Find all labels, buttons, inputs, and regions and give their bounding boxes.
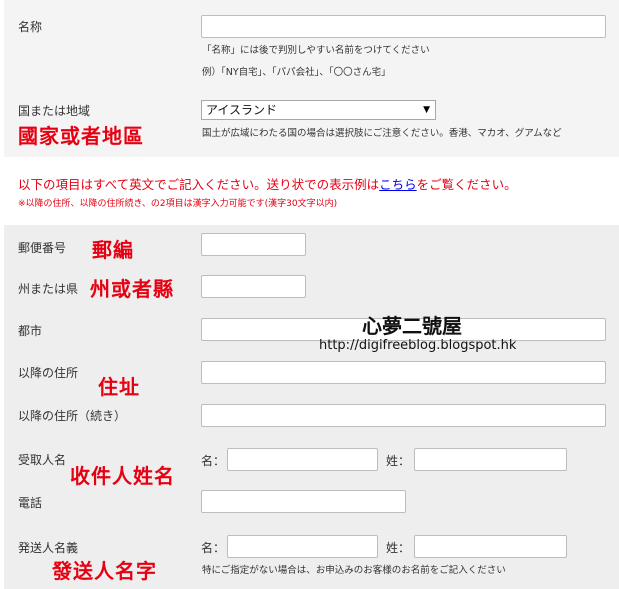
city-label: 都市	[18, 324, 43, 338]
sample-link[interactable]: こちら	[379, 177, 417, 192]
sender-first-label: 名：	[201, 541, 226, 555]
name-input[interactable]	[201, 15, 606, 38]
recipient-label: 受取人名	[18, 453, 67, 467]
recipient-first-name-input[interactable]	[227, 448, 378, 471]
address2-input[interactable]	[201, 404, 606, 427]
name-example: 例）「NY自宅」、「パパ会社」、「〇〇さん宅」	[202, 67, 391, 78]
country-label: 国または地域	[18, 104, 91, 118]
recipient-last-label: 姓：	[386, 454, 411, 468]
recipient-annotation: 收件人姓名	[70, 464, 175, 488]
notice-text: 以下の項目はすべて英文でご記入ください。送り状での表示例は	[18, 177, 380, 192]
state-label: 州または県	[18, 282, 79, 296]
address1-input[interactable]	[201, 361, 606, 384]
notice-text-end: をご覧ください。	[416, 177, 517, 192]
country-selected-value: アイスランド	[206, 103, 278, 117]
country-annotation: 國家或者地區	[18, 124, 144, 148]
kanji-notice: ※以降の住所、以降の住所続き、の2項目は漢字入力可能です(漢字30文字以内)	[18, 199, 338, 209]
name-label: 名称	[18, 20, 43, 34]
chevron-down-icon: ▼	[423, 105, 430, 115]
sender-last-label: 姓：	[386, 541, 411, 555]
watermark-url: http://digifreeblog.blogspot.hk	[319, 338, 517, 353]
recipient-last-name-input[interactable]	[414, 448, 567, 471]
name-hint: 「名称」には後で判別しやすい名前をつけてください	[202, 45, 430, 56]
address2-label: 以降の住所（続き）	[18, 409, 127, 423]
country-select[interactable]: アイスランド ▼	[201, 100, 436, 120]
sender-hint: 特にご指定がない場合は、お申込みのお客様のお名前をご記入ください	[202, 565, 506, 576]
postal-code-input[interactable]	[201, 233, 306, 256]
address1-label: 以降の住所	[18, 366, 79, 380]
postal-annotation: 郵編	[92, 238, 134, 262]
postal-label: 郵便番号	[18, 241, 67, 255]
english-notice: 以下の項目はすべて英文でご記入ください。送り状での表示例はこちらをご覧ください。	[18, 174, 517, 193]
phone-input[interactable]	[201, 490, 406, 513]
phone-label: 電話	[18, 496, 43, 510]
sender-annotation: 發送人名字	[52, 559, 157, 583]
watermark-title: 心夢二號屋	[362, 314, 462, 338]
address1-annotation: 住址	[98, 375, 140, 399]
state-annotation: 州或者縣	[90, 277, 174, 301]
sender-last-name-input[interactable]	[414, 535, 567, 558]
sender-label: 発送人名義	[18, 541, 79, 555]
recipient-first-label: 名：	[201, 454, 226, 468]
country-hint: 国土が広域にわたる国の場合は選択肢にご注意ください。香港、マカオ、グアムなど	[202, 128, 562, 139]
sender-first-name-input[interactable]	[227, 535, 378, 558]
state-input[interactable]	[201, 275, 306, 298]
